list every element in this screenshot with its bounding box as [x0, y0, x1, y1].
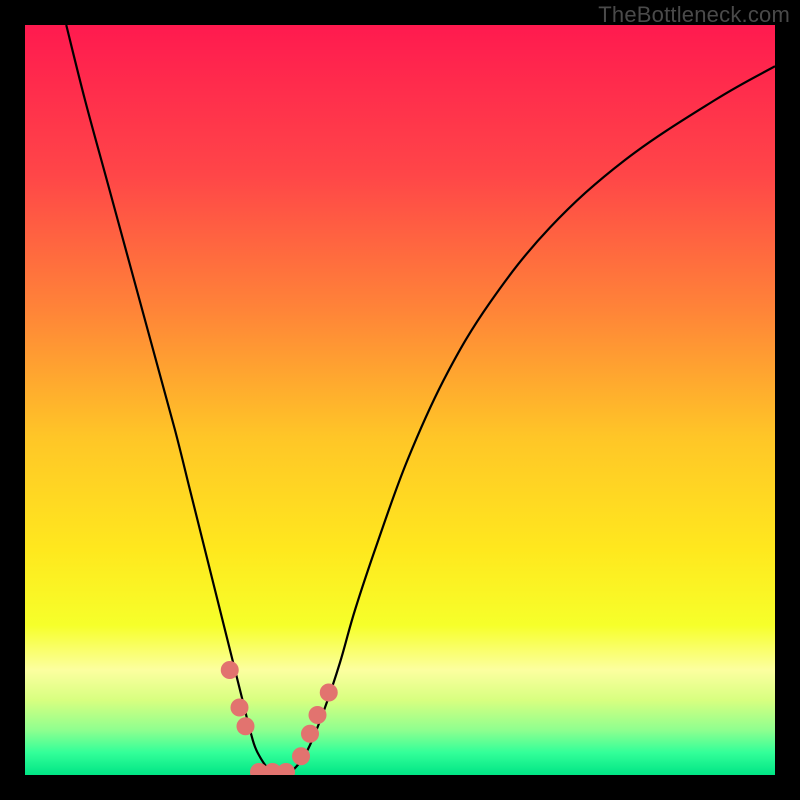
threshold-dot — [231, 699, 249, 717]
chart-frame: TheBottleneck.com — [0, 0, 800, 800]
threshold-dot — [309, 706, 327, 724]
chart-svg — [25, 25, 775, 775]
gradient-background — [25, 25, 775, 775]
watermark-text: TheBottleneck.com — [598, 2, 790, 28]
plot-area — [25, 25, 775, 775]
threshold-dot — [221, 661, 239, 679]
threshold-dot — [320, 684, 338, 702]
threshold-dot — [301, 725, 319, 743]
threshold-dot — [237, 717, 255, 735]
threshold-dot — [292, 747, 310, 765]
